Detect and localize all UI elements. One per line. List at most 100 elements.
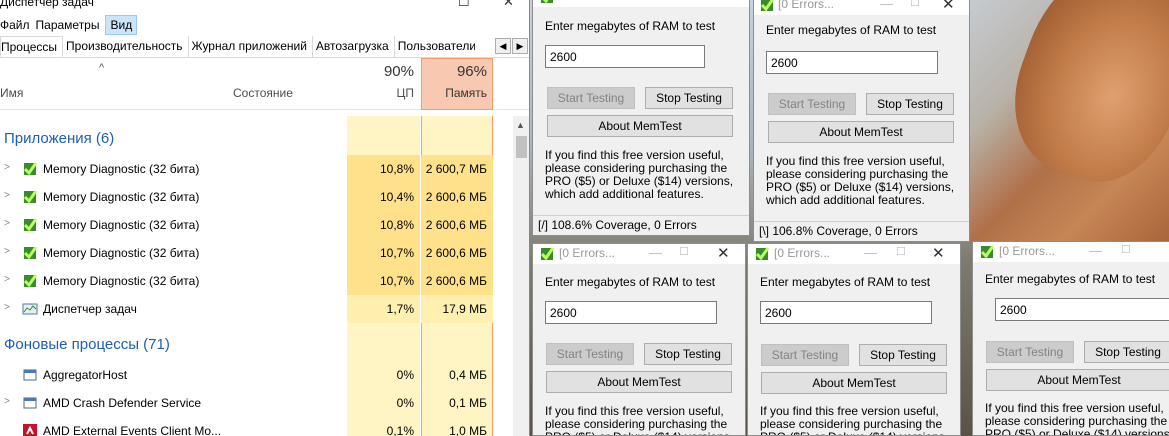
close-icon[interactable]: ✕ bbox=[942, 0, 955, 13]
maximize-icon[interactable]: ☐ bbox=[910, 0, 920, 9]
about-memtest-button[interactable]: About MemTest bbox=[986, 369, 1169, 391]
about-memtest-button[interactable]: About MemTest bbox=[547, 115, 733, 137]
maximize-icon[interactable]: ☐ bbox=[1121, 243, 1131, 256]
scrollbar[interactable]: ▲ bbox=[513, 116, 529, 436]
start-testing-button[interactable]: Start Testing bbox=[547, 87, 635, 109]
ram-prompt: Enter megabytes of RAM to test bbox=[545, 275, 716, 289]
column-cpu[interactable]: ЦП bbox=[347, 86, 414, 100]
ram-input[interactable]: 2600 bbox=[545, 45, 705, 68]
process-row[interactable]: > Memory Diagnostic (32 бита) 10,4% 2 60… bbox=[0, 183, 512, 211]
about-memtest-button[interactable]: About MemTest bbox=[761, 372, 947, 394]
stop-testing-button[interactable]: Stop Testing bbox=[1084, 341, 1169, 363]
ram-input[interactable]: 2600 bbox=[995, 298, 1169, 321]
tab-startup[interactable]: Автозагрузка bbox=[313, 36, 395, 57]
tab-users[interactable]: Пользователи bbox=[395, 36, 475, 57]
ram-input[interactable]: 2600 bbox=[760, 301, 932, 324]
process-name: Memory Diagnostic (32 бита) bbox=[43, 190, 200, 204]
ram-input[interactable]: 2600 bbox=[766, 51, 938, 74]
tab-scroll-left-icon[interactable]: ◀ bbox=[495, 38, 511, 54]
process-cpu: 1,7% bbox=[347, 295, 420, 323]
maximize-icon[interactable]: ☐ bbox=[679, 245, 689, 258]
status-bar: [\] 106.8% Coverage, 0 Errors bbox=[754, 221, 969, 241]
process-cpu: 10,8% bbox=[347, 211, 420, 239]
start-testing-button[interactable]: Start Testing bbox=[546, 343, 634, 365]
minimize-icon[interactable]: — bbox=[880, 0, 893, 11]
process-row[interactable]: > Memory Diagnostic (32 бита) 10,7% 2 60… bbox=[0, 239, 512, 267]
expand-chevron-icon[interactable]: > bbox=[4, 218, 10, 229]
process-row[interactable]: > Memory Diagnostic (32 бита) 10,8% 2 60… bbox=[0, 211, 512, 239]
column-memory-label: Память bbox=[445, 86, 487, 100]
task-manager-window: Диспетчер задач ☐ ✕ Файл Параметры Вид П… bbox=[0, 0, 530, 436]
start-testing-button[interactable]: Start Testing bbox=[768, 93, 856, 115]
process-row[interactable]: AggregatorHost 0% 0,4 МБ bbox=[0, 361, 512, 389]
stop-testing-button[interactable]: Stop Testing bbox=[644, 343, 732, 365]
promo-note: If you find this free version useful, pl… bbox=[766, 154, 955, 207]
process-row[interactable]: AMD External Events Client Mo... 0,1% 1,… bbox=[0, 417, 512, 436]
tab-performance[interactable]: Производительность bbox=[63, 36, 189, 57]
process-row[interactable]: > Memory Diagnostic (32 бита) 10,8% 2 60… bbox=[0, 155, 512, 183]
process-cpu: 0% bbox=[396, 368, 414, 382]
about-memtest-button[interactable]: About MemTest bbox=[546, 371, 732, 393]
ram-prompt: Enter megabytes of RAM to test bbox=[545, 19, 716, 33]
process-row[interactable]: > Диспетчер задач 1,7% 17,9 МБ bbox=[0, 295, 512, 323]
tab-processes[interactable]: Процессы bbox=[0, 36, 64, 57]
title-bar bbox=[533, 0, 749, 7]
ram-prompt: Enter megabytes of RAM to test bbox=[760, 275, 931, 289]
expand-chevron-icon[interactable]: > bbox=[4, 246, 10, 257]
menu-options[interactable]: Параметры bbox=[36, 18, 106, 32]
close-icon[interactable]: ✕ bbox=[932, 244, 945, 262]
process-memory: 1,0 МБ bbox=[449, 424, 487, 436]
close-icon[interactable]: ✕ bbox=[503, 0, 514, 10]
column-state[interactable]: Состояние bbox=[233, 86, 293, 100]
process-row[interactable]: > Memory Diagnostic (32 бита) 10,7% 2 60… bbox=[0, 267, 512, 295]
tab-strip: Процессы Производительность Журнал прило… bbox=[0, 36, 529, 58]
maximize-icon[interactable]: ☐ bbox=[896, 245, 906, 258]
memtest-icon bbox=[23, 218, 38, 232]
promo-note: If you find this free version useful, pl… bbox=[985, 401, 1169, 436]
about-memtest-button[interactable]: About MemTest bbox=[768, 121, 954, 143]
process-memory: 0,4 МБ bbox=[449, 368, 487, 382]
expand-chevron-icon[interactable]: > bbox=[4, 274, 10, 285]
process-cpu: 0% bbox=[396, 396, 414, 410]
tab-scroll-right-icon[interactable]: ▶ bbox=[512, 38, 528, 54]
memtest-window-3: [0 Errors... — ☐ ✕ Enter megabytes of RA… bbox=[532, 243, 746, 436]
title-bar: [0 Errors... — ☐ bbox=[973, 242, 1169, 262]
start-testing-button[interactable]: Start Testing bbox=[986, 341, 1074, 363]
promo-note: If you find this free version useful, pl… bbox=[760, 404, 948, 436]
expand-chevron-icon[interactable]: > bbox=[4, 162, 10, 173]
window-title: [0 Errors... bbox=[559, 246, 616, 260]
column-memory[interactable]: 96% Память bbox=[421, 58, 493, 110]
task-manager-icon bbox=[22, 303, 38, 315]
minimize-icon[interactable]: — bbox=[1089, 243, 1102, 258]
stop-testing-button[interactable]: Stop Testing bbox=[645, 87, 733, 109]
ram-input[interactable]: 2600 bbox=[545, 301, 717, 324]
stop-testing-button[interactable]: Stop Testing bbox=[859, 344, 947, 366]
group-label: Приложения (6) bbox=[4, 130, 115, 147]
tab-app-history[interactable]: Журнал приложений bbox=[189, 36, 313, 57]
process-row[interactable]: > AMD Crash Defender Service 0% 0,1 МБ bbox=[0, 389, 512, 417]
title-bar: [0 Errors... — ☐ ✕ bbox=[533, 244, 745, 264]
minimize-icon[interactable]: — bbox=[864, 245, 877, 260]
group-background[interactable]: Фоновые процессы (71) bbox=[0, 331, 512, 359]
expand-chevron-icon[interactable]: > bbox=[4, 396, 10, 407]
window-icon bbox=[23, 369, 37, 381]
column-name[interactable]: Имя bbox=[0, 86, 23, 100]
group-apps[interactable]: Приложения (6) bbox=[0, 125, 512, 153]
menu-file[interactable]: Файл bbox=[0, 18, 36, 32]
minimize-icon[interactable]: — bbox=[649, 245, 662, 260]
stop-testing-button[interactable]: Stop Testing bbox=[866, 93, 954, 115]
memtest-icon bbox=[23, 274, 38, 288]
expand-chevron-icon[interactable]: > bbox=[4, 190, 10, 201]
expand-chevron-icon[interactable]: > bbox=[4, 302, 10, 313]
title-bar: [0 Errors... — ☐ ✕ bbox=[748, 244, 960, 264]
close-icon[interactable]: ✕ bbox=[717, 244, 730, 262]
scroll-thumb[interactable] bbox=[516, 136, 527, 158]
amd-icon bbox=[23, 424, 37, 436]
memtest-icon bbox=[760, 0, 775, 12]
scroll-up-icon[interactable]: ▲ bbox=[516, 120, 525, 130]
sort-chevron-up-icon[interactable]: ^ bbox=[99, 62, 104, 74]
maximize-icon[interactable]: ☐ bbox=[458, 0, 470, 10]
window-title: [0 Errors... bbox=[778, 0, 835, 11]
start-testing-button[interactable]: Start Testing bbox=[761, 344, 849, 366]
menu-view[interactable]: Вид bbox=[105, 15, 138, 35]
